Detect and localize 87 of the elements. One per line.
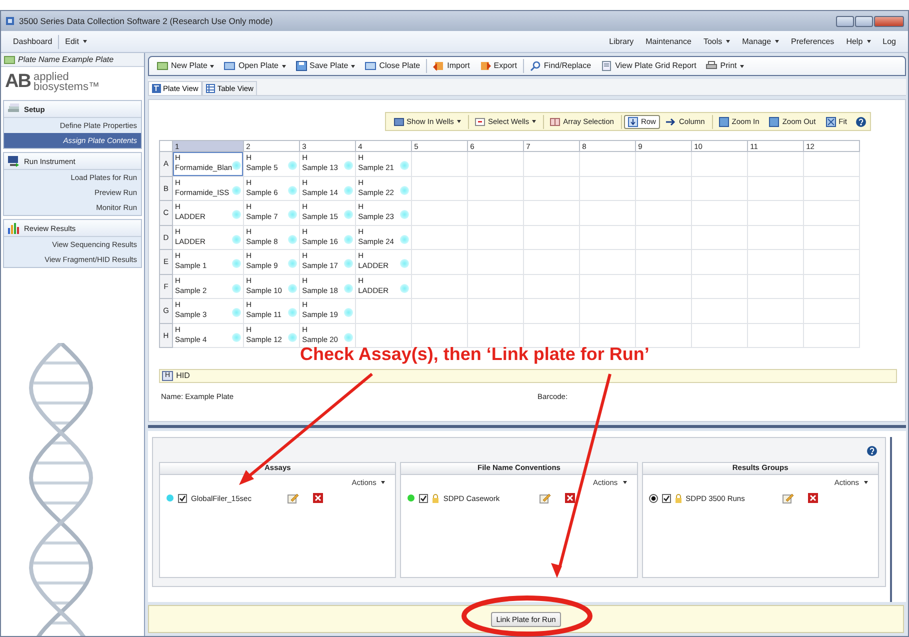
radio-button[interactable] (648, 494, 658, 502)
bar-chart-icon (7, 222, 20, 234)
well-glow-icon (232, 234, 242, 244)
well-glow-icon (232, 259, 242, 268)
minimize-button[interactable] (836, 16, 854, 26)
toolbar-button[interactable]: Open Plate (220, 61, 290, 71)
delete-icon[interactable] (565, 493, 576, 503)
menu-item[interactable]: Tools (697, 36, 736, 46)
well-glow-icon (344, 284, 354, 292)
menu-item[interactable]: Dashboard (7, 36, 58, 46)
well-glow-icon (344, 210, 354, 219)
delete-icon[interactable] (808, 493, 818, 503)
caret-icon (622, 481, 627, 484)
toolbar-button[interactable]: Import (429, 61, 474, 71)
down-arrow-icon (628, 116, 638, 126)
well-glow-icon (400, 186, 410, 194)
well-glow-icon (288, 234, 298, 244)
delete-icon[interactable] (313, 493, 323, 503)
toolbar-button[interactable]: Save Plate (292, 61, 360, 71)
well-glow-icon (344, 186, 354, 194)
logo-text: applied (33, 72, 69, 82)
search-icon (530, 61, 541, 71)
well-glow-icon (232, 186, 242, 194)
checkbox[interactable] (662, 494, 671, 502)
well-glow-icon (232, 284, 242, 292)
well-glow-icon (288, 259, 298, 268)
well-glow-icon (288, 186, 298, 194)
import-icon (433, 61, 444, 71)
plate-view-icon (152, 84, 161, 93)
edit-icon[interactable] (539, 492, 552, 504)
toolbar-button[interactable]: Print (702, 61, 748, 71)
well-glow-icon (400, 210, 410, 219)
columns-icon (550, 116, 560, 126)
well-glow-icon (344, 308, 354, 317)
well-glow-icon (232, 161, 242, 170)
toolbar-button[interactable]: View Plate Grid Report (597, 61, 700, 71)
well-glow-icon (344, 259, 354, 268)
toolbar-button[interactable]: Find/Replace (526, 61, 596, 71)
menu-item[interactable]: Preferences (785, 36, 840, 46)
well-glow-icon (288, 161, 298, 170)
maximize-button[interactable] (855, 16, 873, 26)
well-glow-icon (288, 210, 298, 219)
toolbar-button[interactable]: New Plate (153, 61, 218, 71)
edit-icon[interactable] (287, 492, 299, 504)
menu-item[interactable]: Maintenance (640, 36, 698, 46)
well-glow-icon (400, 234, 410, 244)
checkbox[interactable] (419, 494, 428, 502)
well-glow-icon (232, 332, 242, 342)
well-glow-icon (400, 259, 410, 268)
toolbar-button[interactable]: Close Plate (361, 61, 424, 71)
checkbox[interactable] (178, 494, 187, 502)
menu-item[interactable]: Log (876, 36, 902, 46)
well-glow-icon (400, 161, 410, 170)
fit-icon (826, 116, 836, 126)
help-icon (867, 446, 877, 456)
printer-icon (706, 61, 718, 71)
export-icon (480, 61, 491, 71)
well-glow-icon (288, 332, 298, 342)
well-glow-icon (400, 284, 410, 292)
well-glow-icon (344, 332, 354, 342)
right-arrow-icon (666, 116, 676, 126)
logo-text: biosystems™ (33, 82, 100, 92)
well-glow-icon (344, 234, 354, 244)
help-icon (856, 116, 866, 126)
toolbar-button[interactable]: Export (476, 61, 521, 71)
document-icon (601, 61, 612, 71)
plate-name-label: Plate Name Example Plate (18, 54, 114, 64)
well-glow-icon (288, 284, 298, 292)
menu-item[interactable]: Manage (736, 36, 786, 46)
menu-item[interactable]: Edit (59, 36, 93, 46)
caret-icon (864, 481, 868, 484)
well-glow-icon (288, 308, 298, 317)
well-glow-icon (232, 308, 242, 317)
well-glow-icon (232, 210, 242, 219)
app-icon (5, 16, 15, 26)
annotation-text: Check Assay(s), then ‘Link plate for Run’ (300, 344, 650, 366)
window-title: 3500 Series Data Collection Software 2 (Research Use Only mode) (19, 16, 273, 26)
menu-item[interactable]: Help (840, 36, 877, 46)
menu-item[interactable]: Library (603, 36, 640, 46)
close-button[interactable] (874, 16, 904, 26)
well-glow-icon (344, 161, 354, 170)
logo-mark: AB (5, 70, 30, 94)
edit-icon[interactable] (782, 492, 794, 504)
caret-icon (381, 481, 386, 484)
table-icon (206, 84, 216, 93)
legend-label: HID (176, 371, 190, 381)
monitor-icon (7, 154, 20, 168)
